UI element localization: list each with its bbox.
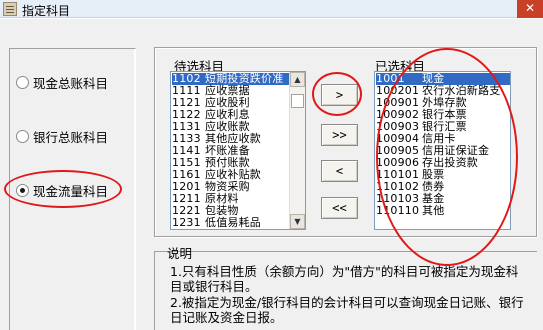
scroll-down-icon[interactable]: ▼ <box>290 214 305 229</box>
app-icon <box>3 2 17 16</box>
radio-circle-checked[interactable] <box>16 184 29 197</box>
add-all-button[interactable]: >> <box>321 124 358 146</box>
notes-line-1: 1.只有科目性质（余额方向）为"借方"的科目可被指定为现金科 <box>170 264 519 279</box>
notes-line-2: 目或银行科目。 <box>170 279 258 294</box>
notes-title: 说明 <box>167 246 193 261</box>
notes-line-4: 日记账及资金日报。 <box>170 310 283 325</box>
candidate-scrollbar[interactable]: ▲ ▼ <box>289 72 305 229</box>
radio-circle[interactable] <box>16 76 29 89</box>
radio-circle[interactable] <box>16 130 29 143</box>
selected-listbox[interactable]: 1001 现金 100201 农行水泊新路支 100901 外埠存款 100902 银行… <box>374 71 511 230</box>
scroll-up-icon[interactable]: ▲ <box>290 72 305 87</box>
list-item[interactable]: 110110 其他 <box>376 205 444 217</box>
remove-all-button[interactable]: << <box>321 197 358 219</box>
window-title: 指定科目 <box>22 4 71 18</box>
radio-label: 现金流量科目 <box>33 184 109 199</box>
radio-cash-flow[interactable]: 现金流量科目 <box>16 181 108 200</box>
remove-one-button[interactable]: < <box>321 160 358 182</box>
list-item[interactable]: 1231 低值易耗品 <box>172 217 261 229</box>
close-button[interactable]: ✕ <box>517 0 543 18</box>
scroll-thumb[interactable] <box>291 94 304 108</box>
radio-label: 现金总账科目 <box>33 76 109 91</box>
candidate-listbox[interactable]: 1102 短期投资跌价准 1111 应收票据 1121 应收股利 1122 应收利息 1… <box>170 71 306 230</box>
radio-bank-ledger[interactable]: 银行总账科目 <box>16 127 108 146</box>
notes-line-3: 2.被指定为现金/银行科目的会计科目可以查询现金日记账、银行 <box>170 295 524 310</box>
radio-label: 银行总账科目 <box>33 130 109 145</box>
radio-cash-ledger[interactable]: 现金总账科目 <box>16 73 108 92</box>
window-titlebar: 指定科目 ✕ <box>0 0 543 18</box>
add-one-button[interactable]: > <box>321 84 358 106</box>
